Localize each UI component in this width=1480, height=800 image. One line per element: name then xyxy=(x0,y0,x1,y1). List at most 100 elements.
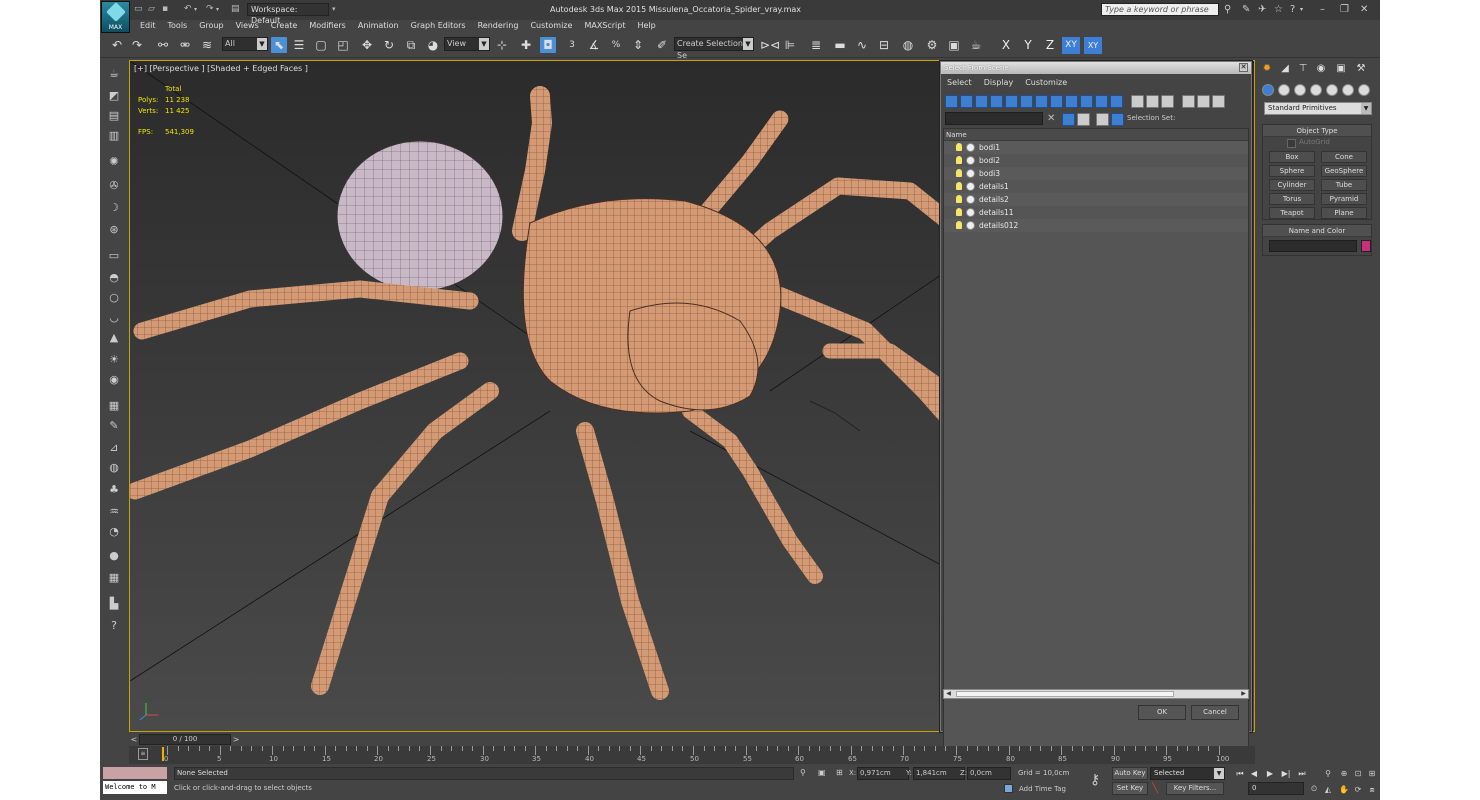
selection-set-icon[interactable] xyxy=(1111,113,1124,126)
maximize-viewport-icon[interactable]: ⧈ xyxy=(1366,784,1378,796)
binoculars-icon[interactable]: ⚲ xyxy=(1224,5,1231,15)
geosphere-button[interactable]: GeoSphere xyxy=(1321,165,1367,177)
undo-dropdown-icon[interactable]: ▾ xyxy=(194,5,205,14)
edit-named-selection-icon[interactable]: ✐ xyxy=(654,37,670,53)
select-manipulate-icon[interactable]: ✚ xyxy=(518,37,534,53)
subscription-icon[interactable]: ✎ xyxy=(1242,5,1250,15)
systems-icon[interactable] xyxy=(1358,84,1370,96)
display-xrefs-icon[interactable] xyxy=(1050,95,1063,108)
display-tab-icon[interactable]: ▣ xyxy=(1334,62,1348,76)
zoom-extents-icon[interactable]: ⊡ xyxy=(1352,768,1364,780)
disc-icon[interactable]: ◉ xyxy=(106,372,122,388)
maxscript-listener-output[interactable]: Welcome to M xyxy=(103,781,167,794)
object-name-input[interactable] xyxy=(1269,240,1357,252)
unlink-icon[interactable]: ⚮ xyxy=(177,37,193,53)
moon-icon[interactable]: ☽ xyxy=(106,200,122,216)
list-item[interactable]: details012 xyxy=(944,219,1248,232)
cone-icon[interactable]: ▲ xyxy=(106,330,122,346)
visibility-icon[interactable] xyxy=(966,169,975,178)
viewport-label[interactable]: [+] [Perspective ] [Shaded + Edged Faces… xyxy=(134,64,308,73)
filter-options-icon[interactable] xyxy=(1197,95,1210,108)
zoom-extents-all-icon[interactable]: ⊞ xyxy=(1366,768,1378,780)
cancel-button[interactable]: Cancel xyxy=(1191,705,1239,720)
calculator-icon[interactable]: ▦ xyxy=(106,570,122,586)
modify-tool-icon[interactable]: ◩ xyxy=(106,88,122,104)
track-bar[interactable]: ≡ 0 5 10 15 20 25 30 35 40 45 50 55 60 65 70 75 80 85 90 95… xyxy=(129,746,1255,764)
display-shapes-icon[interactable] xyxy=(960,95,973,108)
place-icon[interactable]: ◕ xyxy=(425,37,441,53)
minimize-icon[interactable]: – xyxy=(1320,5,1325,15)
cone-button[interactable]: Cone xyxy=(1321,151,1367,163)
rectangular-selection-icon[interactable]: ▢ xyxy=(313,37,329,53)
dialog-menu-select[interactable]: Select xyxy=(941,75,978,91)
application-button[interactable]: MAX xyxy=(101,1,130,33)
visibility-icon[interactable] xyxy=(966,195,975,204)
cylinder-button[interactable]: Cylinder xyxy=(1269,179,1315,191)
snaps-toggle-icon[interactable]: 3 xyxy=(564,37,580,53)
selection-filter-dropdown[interactable]: All ▼ xyxy=(222,37,268,51)
rendered-frame-window-icon[interactable]: ▣ xyxy=(946,37,962,53)
modify-tab-icon[interactable]: ◢ xyxy=(1278,62,1292,76)
zoom-icon[interactable]: ⚲ xyxy=(1322,768,1334,780)
paint-icon[interactable]: ✎ xyxy=(106,418,122,434)
name-and-color-header[interactable]: Name and Color xyxy=(1263,225,1371,237)
object-type-header[interactable]: Object Type xyxy=(1263,125,1371,137)
sphere-button[interactable]: Sphere xyxy=(1269,165,1315,177)
go-to-end-icon[interactable]: ⏭ xyxy=(1296,768,1308,780)
absolute-transform-icon[interactable]: ⊞ xyxy=(836,768,846,778)
render-icon[interactable]: ⊛ xyxy=(106,222,122,238)
dialog-menu-customize[interactable]: Customize xyxy=(1019,75,1073,91)
previous-frame-icon[interactable]: ◀ xyxy=(1248,768,1260,780)
select-by-name-icon[interactable]: ☰ xyxy=(291,37,307,53)
geometry-icon[interactable] xyxy=(1262,84,1274,96)
key-mode-dropdown[interactable]: Selected ▼ xyxy=(1150,767,1225,780)
restrict-xy-button[interactable]: XY xyxy=(1062,37,1080,54)
bind-spacewarp-icon[interactable]: ≋ xyxy=(199,37,215,53)
axis-gizmo-icon[interactable]: ⊿ xyxy=(106,440,122,456)
current-frame-field[interactable]: 0 xyxy=(1248,782,1304,795)
ball-icon[interactable]: ● xyxy=(106,548,122,564)
display-bones-icon[interactable] xyxy=(1065,95,1078,108)
key-icon[interactable]: ╲ xyxy=(1152,783,1164,795)
menu-group[interactable]: Group xyxy=(193,20,229,32)
hierarchy-tab-icon[interactable]: ⊤ xyxy=(1296,62,1310,76)
helpers-icon[interactable] xyxy=(1326,84,1338,96)
material-editor-icon[interactable]: ◍ xyxy=(900,37,916,53)
find-input[interactable] xyxy=(945,112,1043,125)
torus-button[interactable]: Torus xyxy=(1269,193,1315,205)
bowl-icon[interactable]: ◡ xyxy=(106,310,122,326)
set-key-mode-icon[interactable]: ⚷ xyxy=(1090,772,1100,788)
display-spacewarps-icon[interactable] xyxy=(1020,95,1033,108)
menu-animation[interactable]: Animation xyxy=(352,20,405,32)
display-cameras-icon[interactable] xyxy=(990,95,1003,108)
utilities-tab-icon[interactable]: ⚒ xyxy=(1354,62,1368,76)
auto-key-button[interactable]: Auto Key xyxy=(1112,767,1148,780)
render-production-icon[interactable]: ☕ xyxy=(968,37,984,53)
display-frozen-icon[interactable] xyxy=(1095,95,1108,108)
columns-icon[interactable] xyxy=(1212,95,1225,108)
mirror-icon[interactable]: ⊳⊲ xyxy=(760,37,780,53)
isolate-selection-icon[interactable]: ⚲ xyxy=(800,768,810,778)
plane-button[interactable]: Plane xyxy=(1321,207,1367,219)
hierarchy-icon[interactable]: ▥ xyxy=(106,128,122,144)
menu-maxscript[interactable]: MAXScript xyxy=(578,20,631,32)
menu-customize[interactable]: Customize xyxy=(524,20,578,32)
tube-button[interactable]: Tube xyxy=(1321,179,1367,191)
help-circle-icon[interactable]: ? xyxy=(106,618,122,634)
chevron-right-icon[interactable]: > xyxy=(231,734,241,745)
rotate-icon[interactable]: ↻ xyxy=(381,37,397,53)
visibility-icon[interactable] xyxy=(966,208,975,217)
named-selection-set-dropdown[interactable]: Create Selection Se ▼ xyxy=(674,37,754,60)
list-item[interactable]: bodi3 xyxy=(944,167,1248,180)
percent-snap-icon[interactable]: % xyxy=(608,37,624,53)
pivot-center-icon[interactable]: ⊹ xyxy=(494,37,510,53)
render-setup-icon[interactable]: ⚙ xyxy=(924,37,940,53)
dome-icon[interactable]: ◓ xyxy=(106,270,122,286)
find-wildcard-icon[interactable] xyxy=(1077,113,1090,126)
chevron-left-icon[interactable]: < xyxy=(129,734,139,745)
help-icon[interactable]: ? xyxy=(1290,5,1295,15)
menu-modifiers[interactable]: Modifiers xyxy=(303,20,352,32)
restrict-y-button[interactable]: Y xyxy=(1019,37,1037,54)
light-icon[interactable]: ✺ xyxy=(106,154,122,170)
orbit-icon[interactable]: ⟳ xyxy=(1352,784,1364,796)
